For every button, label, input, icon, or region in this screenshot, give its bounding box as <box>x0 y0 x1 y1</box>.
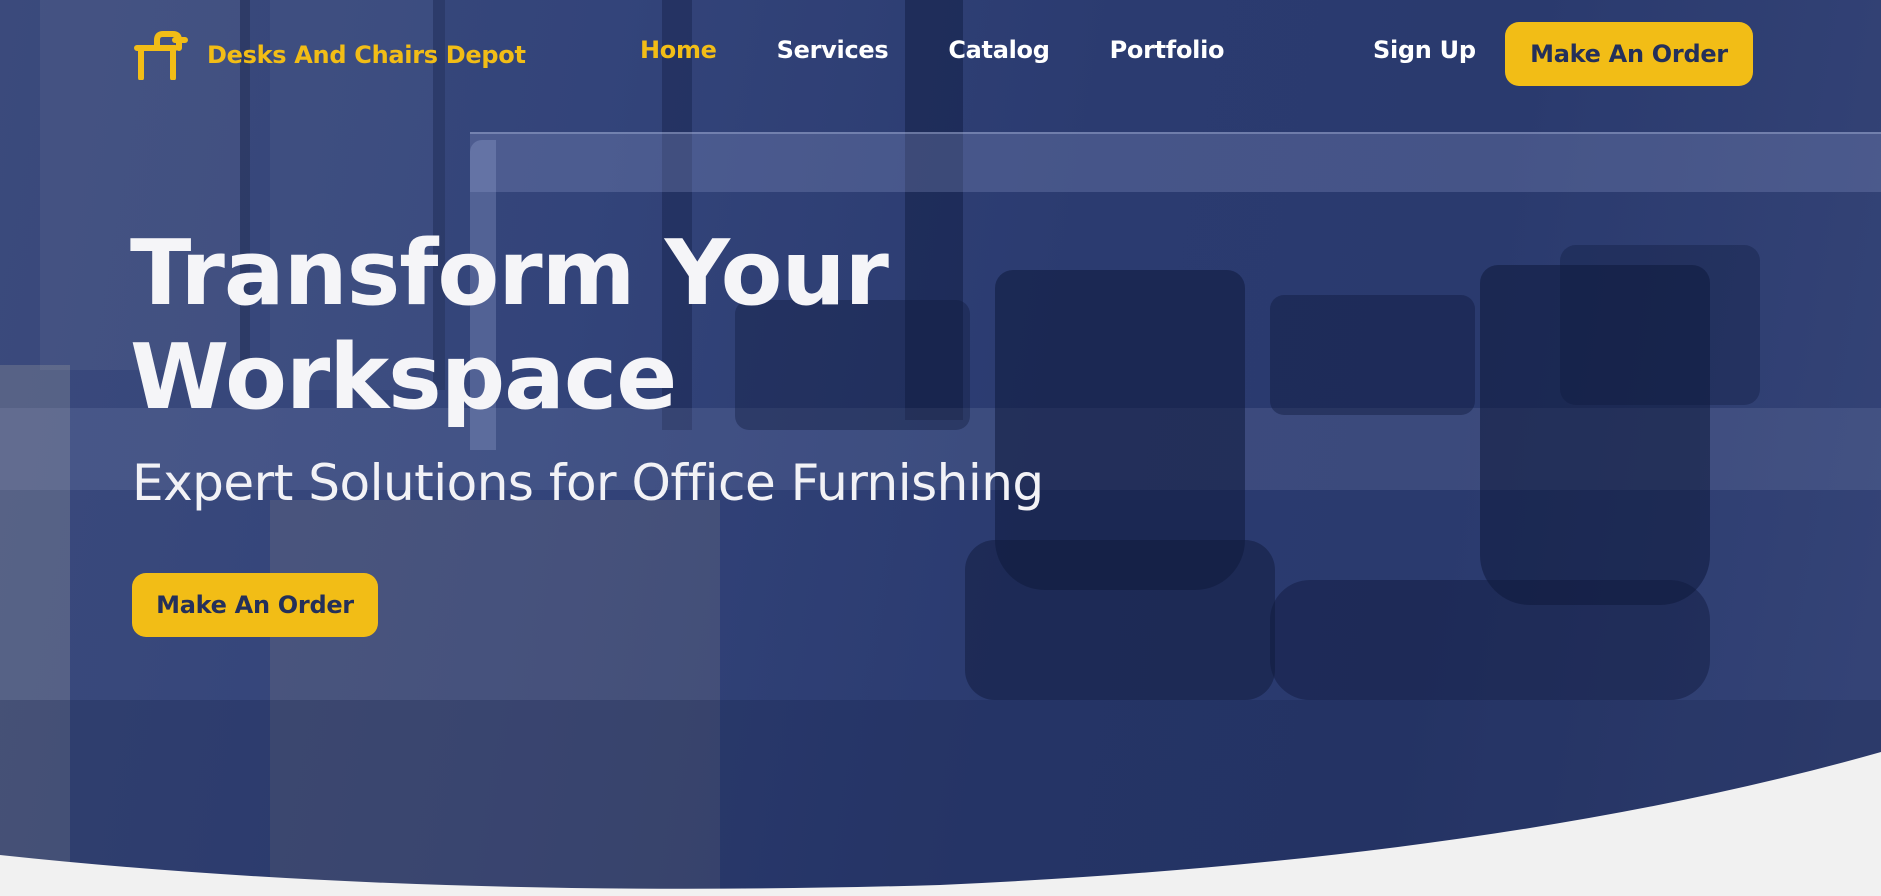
main-nav: Home Services Catalog Portfolio <box>640 36 1284 64</box>
brand-name: Desks And Chairs Depot <box>207 41 526 69</box>
nav-link-home[interactable]: Home <box>640 36 717 64</box>
desk-chair-logo-icon <box>133 30 189 80</box>
nav-link-services[interactable]: Services <box>777 36 889 64</box>
make-order-nav-button[interactable]: Make An Order <box>1505 22 1753 86</box>
hero-headline-line2: Workspace <box>130 325 677 430</box>
background-chair-seat <box>1270 580 1710 700</box>
background-chair <box>1270 295 1475 415</box>
brand-logo-link[interactable]: Desks And Chairs Depot <box>133 30 526 80</box>
nav-link-portfolio[interactable]: Portfolio <box>1110 36 1225 64</box>
make-order-hero-button[interactable]: Make An Order <box>132 573 378 637</box>
background-shelf <box>470 132 1881 192</box>
background-chair <box>1480 265 1710 605</box>
background-floor <box>0 700 1881 896</box>
nav-link-catalog[interactable]: Catalog <box>948 36 1050 64</box>
hero-subheadline: Expert Solutions for Office Furnishing <box>132 454 1044 512</box>
top-navigation: Desks And Chairs Depot Home Services Cat… <box>0 0 1881 105</box>
sign-up-link[interactable]: Sign Up <box>1373 36 1476 64</box>
hero-headline-line1: Transform Your <box>130 221 889 326</box>
background-chair-seat <box>965 540 1275 700</box>
hero-section: Desks And Chairs Depot Home Services Cat… <box>0 0 1881 896</box>
hero-headline: Transform Your Workspace <box>130 222 1030 430</box>
